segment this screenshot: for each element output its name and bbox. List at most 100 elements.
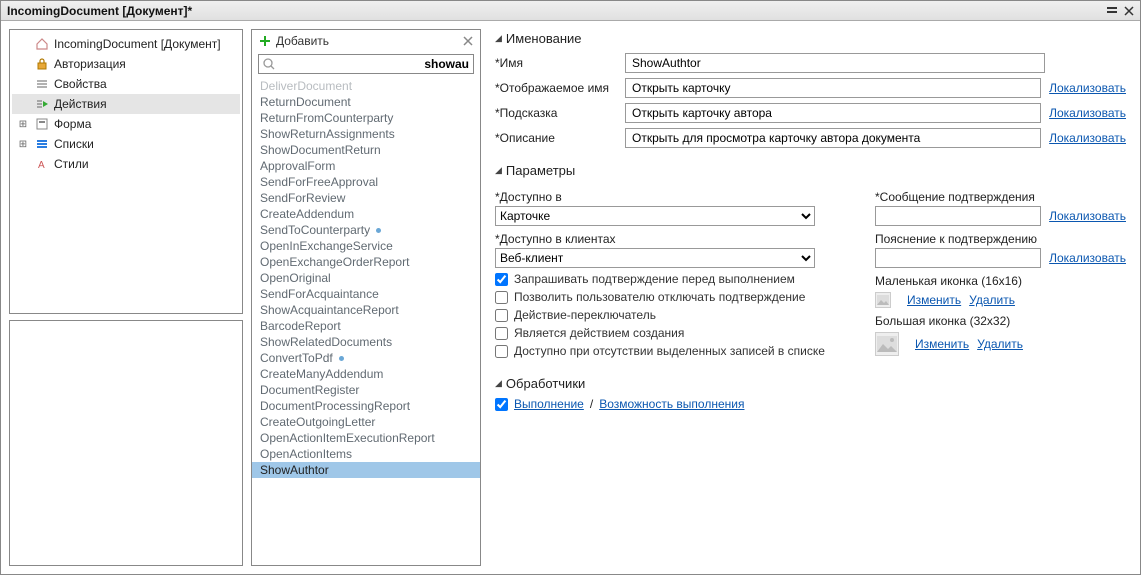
tree-item-actions[interactable]: Действия bbox=[12, 94, 240, 114]
chk-confirm[interactable] bbox=[495, 273, 508, 286]
action-item[interactable]: ShowRelatedDocuments bbox=[252, 334, 480, 350]
name-field[interactable] bbox=[625, 53, 1045, 73]
change-small-icon-link[interactable]: Изменить bbox=[907, 293, 961, 307]
name-label: *Имя bbox=[495, 56, 625, 70]
avail-clients-select[interactable]: Веб-клиент bbox=[495, 248, 815, 268]
action-item[interactable]: ReturnFromCounterparty bbox=[252, 110, 480, 126]
small-icon-label: Маленькая иконка (16x16) bbox=[875, 274, 1126, 288]
collapse-icon: ◢ bbox=[495, 33, 502, 44]
action-item[interactable]: DeliverDocument bbox=[252, 78, 480, 94]
action-item[interactable]: ConvertToPdf bbox=[252, 350, 480, 366]
titlebar: IncomingDocument [Документ]* bbox=[1, 1, 1140, 21]
chk-no-selection[interactable] bbox=[495, 345, 508, 358]
action-item[interactable]: ApprovalForm bbox=[252, 158, 480, 174]
avail-in-label: *Доступно в bbox=[495, 190, 835, 204]
action-item[interactable]: ShowDocumentReturn bbox=[252, 142, 480, 158]
action-item[interactable]: SendToCounterparty bbox=[252, 222, 480, 238]
chk-create[interactable] bbox=[495, 327, 508, 340]
localize-link[interactable]: Локализовать bbox=[1049, 106, 1126, 120]
tree-item-lists[interactable]: ⊞ Списки bbox=[12, 134, 240, 154]
action-item[interactable]: BarcodeReport bbox=[252, 318, 480, 334]
localize-link[interactable]: Локализовать bbox=[1049, 209, 1126, 223]
action-item[interactable]: DocumentProcessingReport bbox=[252, 398, 480, 414]
hint-field[interactable] bbox=[625, 103, 1041, 123]
expand-toggle[interactable]: ⊞ bbox=[16, 119, 30, 130]
add-button[interactable]: Добавить bbox=[258, 34, 329, 48]
display-name-field[interactable] bbox=[625, 78, 1041, 98]
search-icon bbox=[259, 57, 279, 71]
action-item[interactable]: ShowAcquaintanceReport bbox=[252, 302, 480, 318]
collapse-icon: ◢ bbox=[495, 165, 502, 176]
list-blue-icon bbox=[34, 136, 50, 152]
delete-icon[interactable] bbox=[462, 35, 474, 47]
list-icon bbox=[34, 76, 50, 92]
avail-in-select[interactable]: Карточке bbox=[495, 206, 815, 226]
action-item[interactable]: CreateManyAddendum bbox=[252, 366, 480, 382]
close-icon[interactable] bbox=[1124, 6, 1134, 16]
action-item[interactable]: OpenInExchangeService bbox=[252, 238, 480, 254]
delete-big-icon-link[interactable]: Удалить bbox=[977, 337, 1023, 351]
avail-clients-label: *Доступно в клиентах bbox=[495, 232, 835, 246]
left-blank-panel bbox=[9, 320, 243, 566]
action-item[interactable]: ShowReturnAssignments bbox=[252, 126, 480, 142]
section-naming-header[interactable]: ◢ Именование bbox=[495, 31, 1126, 46]
chk-allow-disable[interactable] bbox=[495, 291, 508, 304]
pin-icon[interactable] bbox=[1106, 6, 1118, 16]
localize-link[interactable]: Локализовать bbox=[1049, 251, 1126, 265]
tree-item-root[interactable]: IncomingDocument [Документ] bbox=[12, 34, 240, 54]
action-item[interactable]: OpenExchangeOrderReport bbox=[252, 254, 480, 270]
add-label: Добавить bbox=[276, 34, 329, 48]
lock-icon bbox=[34, 56, 50, 72]
expand-toggle[interactable]: ⊞ bbox=[16, 139, 30, 150]
tree-item-props[interactable]: Свойства bbox=[12, 74, 240, 94]
action-item[interactable]: OpenActionItems bbox=[252, 446, 480, 462]
window-title: IncomingDocument [Документ]* bbox=[7, 4, 1106, 18]
big-icon-preview bbox=[875, 332, 899, 356]
form-icon bbox=[34, 116, 50, 132]
change-big-icon-link[interactable]: Изменить bbox=[915, 337, 969, 351]
action-item[interactable]: CreateAddendum bbox=[252, 206, 480, 222]
nav-tree: IncomingDocument [Документ] Авторизация … bbox=[9, 29, 243, 314]
action-list[interactable]: DeliverDocumentReturnDocumentReturnFromC… bbox=[252, 78, 480, 565]
localize-link[interactable]: Локализовать bbox=[1049, 81, 1126, 95]
confirm-msg-label: *Сообщение подтверждения bbox=[875, 190, 1126, 204]
action-item[interactable]: OpenActionItemExecutionReport bbox=[252, 430, 480, 446]
hint-label: *Подсказка bbox=[495, 106, 625, 120]
collapse-icon: ◢ bbox=[495, 378, 502, 389]
action-item[interactable]: DocumentRegister bbox=[252, 382, 480, 398]
chk-execute[interactable] bbox=[495, 398, 508, 411]
confirm-expl-label: Пояснение к подтверждению bbox=[875, 232, 1126, 246]
search-box bbox=[258, 54, 474, 74]
home-icon bbox=[34, 36, 50, 52]
delete-small-icon-link[interactable]: Удалить bbox=[969, 293, 1015, 307]
chk-toggle[interactable] bbox=[495, 309, 508, 322]
tree-item-form[interactable]: ⊞ Форма bbox=[12, 114, 240, 134]
style-icon: A bbox=[34, 156, 50, 172]
big-icon-label: Большая иконка (32x32) bbox=[875, 314, 1126, 328]
small-icon-preview bbox=[875, 292, 891, 308]
tree-item-styles[interactable]: A Стили bbox=[12, 154, 240, 174]
display-name-label: *Отображаемое имя bbox=[495, 81, 625, 95]
confirm-expl-field[interactable] bbox=[875, 248, 1041, 268]
modified-dot-icon bbox=[339, 356, 344, 361]
action-item[interactable]: OpenOriginal bbox=[252, 270, 480, 286]
handler-execute-link[interactable]: Выполнение bbox=[514, 397, 584, 411]
action-item[interactable]: SendForFreeApproval bbox=[252, 174, 480, 190]
action-item[interactable]: ReturnDocument bbox=[252, 94, 480, 110]
section-params-header[interactable]: ◢ Параметры bbox=[495, 163, 1126, 178]
action-item[interactable]: SendForAcquaintance bbox=[252, 286, 480, 302]
handler-can-execute-link[interactable]: Возможность выполнения bbox=[599, 397, 744, 411]
plus-icon bbox=[258, 34, 272, 48]
tree-item-auth[interactable]: Авторизация bbox=[12, 54, 240, 74]
modified-dot-icon bbox=[376, 228, 381, 233]
desc-label: *Описание bbox=[495, 131, 625, 145]
localize-link[interactable]: Локализовать bbox=[1049, 131, 1126, 145]
action-item[interactable]: CreateOutgoingLetter bbox=[252, 414, 480, 430]
action-icon bbox=[34, 96, 50, 112]
confirm-msg-field[interactable] bbox=[875, 206, 1041, 226]
action-item[interactable]: ShowAuthtor bbox=[252, 462, 480, 478]
action-item[interactable]: SendForReview bbox=[252, 190, 480, 206]
section-handlers-header[interactable]: ◢ Обработчики bbox=[495, 376, 1126, 391]
desc-field[interactable] bbox=[625, 128, 1041, 148]
search-input[interactable] bbox=[279, 55, 473, 73]
